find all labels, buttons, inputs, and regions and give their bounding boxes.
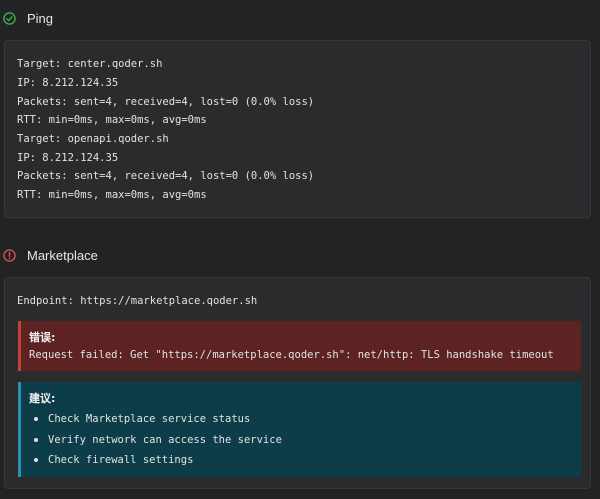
ping-result-card: Target: center.qoder.sh IP: 8.212.124.35… (4, 40, 591, 218)
marketplace-endpoint: Endpoint: https://marketplace.qoder.sh (17, 295, 258, 307)
ping-line: RTT: min=0ms, max=0ms, avg=0ms (17, 189, 207, 201)
ping-line: Target: openapi.qoder.sh (17, 133, 169, 145)
ping-line: Packets: sent=4, received=4, lost=0 (0.0… (17, 170, 315, 182)
ping-line: IP: 8.212.124.35 (17, 77, 119, 89)
suggestion-item-text: Verify network can access the service (48, 434, 282, 446)
error-alert: 错误: Request failed: Get "https://marketp… (18, 321, 581, 371)
marketplace-section-title: Marketplace (27, 247, 98, 263)
ping-line: RTT: min=0ms, max=0ms, avg=0ms (17, 114, 207, 126)
bullet-icon (34, 458, 38, 462)
list-item: Check firewall settings (34, 453, 193, 467)
bullet-icon (34, 438, 38, 442)
error-alert-title: 错误: (29, 331, 56, 344)
list-item: Check Marketplace service status (34, 412, 250, 426)
error-alert-message: Request failed: Get "https://marketplace… (29, 349, 554, 361)
suggestion-item-text: Check firewall settings (48, 454, 194, 466)
suggestion-item-text: Check Marketplace service status (48, 413, 251, 425)
bullet-icon (34, 417, 38, 421)
suggestion-alert: 建议: Check Marketplace service status Ver… (18, 382, 581, 477)
ping-line: IP: 8.212.124.35 (17, 152, 119, 164)
ping-line: Packets: sent=4, received=4, lost=0 (0.0… (17, 96, 315, 108)
suggestion-alert-title: 建议: (29, 392, 56, 405)
ping-section-title: Ping (27, 10, 54, 26)
ping-line: Target: center.qoder.sh (17, 58, 163, 70)
marketplace-result-card: Endpoint: https://marketplace.qoder.sh 错… (4, 277, 591, 489)
check-circle-icon (3, 11, 16, 25)
error-circle-icon (3, 248, 16, 262)
list-item: Verify network can access the service (34, 433, 282, 447)
